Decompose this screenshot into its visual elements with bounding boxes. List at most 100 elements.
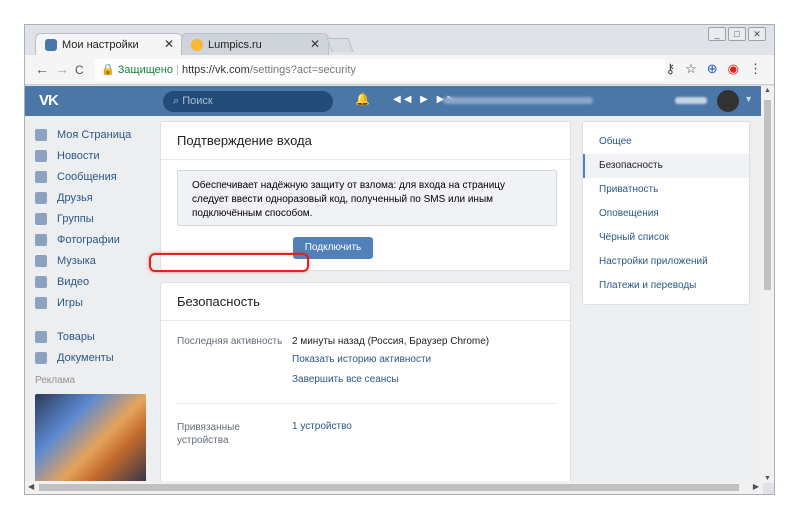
left-sidebar: Моя Страница Новости Сообщения Друзья Гр… <box>35 124 150 483</box>
tab-lumpics[interactable]: Lumpics.ru ✕ <box>181 33 329 55</box>
now-playing-text[interactable] <box>443 97 593 104</box>
scroll-thumb[interactable] <box>764 100 771 290</box>
end-sessions-link[interactable]: Завершить все сеансы <box>292 374 398 385</box>
chevron-down-icon[interactable]: ▼ <box>744 94 753 104</box>
vk-icon <box>45 39 57 51</box>
web-page: VK ⌕ Поиск 🔔 ◀◀ ▶ ▶▶ ▼ Моя Страница Ново… <box>25 86 763 483</box>
url-path: /settings?act=security <box>249 64 356 76</box>
scroll-thumb[interactable] <box>39 484 739 491</box>
divider <box>161 320 570 321</box>
sidebar-item-groups[interactable]: Группы <box>35 208 150 229</box>
groups-icon <box>35 212 47 225</box>
sidebar-item-messages[interactable]: Сообщения <box>35 166 150 187</box>
menu-item-payments[interactable]: Платежи и переводы <box>583 274 749 298</box>
sidebar-item-games[interactable]: Игры <box>35 292 150 313</box>
show-history-link[interactable]: Показать историю активности <box>292 354 431 365</box>
security-card: Безопасность Последняя активность 2 мину… <box>160 282 571 483</box>
close-window-button[interactable]: ✕ <box>748 27 766 41</box>
url-input[interactable]: 🔒 Защищено | https://vk.com/settings?act… <box>95 59 665 81</box>
vpn-icon[interactable]: ⊕ <box>707 61 718 77</box>
home-icon <box>35 128 47 141</box>
close-tab-icon[interactable]: ✕ <box>310 37 320 51</box>
sidebar-item-goods[interactable]: Товары <box>35 326 150 347</box>
friends-icon <box>35 191 47 204</box>
documents-icon <box>35 351 47 364</box>
lock-icon: 🔒 <box>101 64 115 76</box>
sidebar-item-my-page[interactable]: Моя Страница <box>35 124 150 145</box>
key-icon[interactable]: ⚷ <box>666 61 676 77</box>
last-activity-label: Последняя активность <box>177 336 283 347</box>
tab-settings[interactable]: Мои настройки ✕ <box>35 33 183 55</box>
bell-icon[interactable]: 🔔 <box>355 92 370 106</box>
menu-item-notifications[interactable]: Оповещения <box>583 202 749 226</box>
messages-icon <box>35 170 47 183</box>
games-icon <box>35 296 47 309</box>
window-controls: _ □ ✕ <box>708 27 766 41</box>
menu-item-general[interactable]: Общее <box>583 130 749 154</box>
search-input[interactable]: ⌕ Поиск <box>163 91 333 112</box>
scroll-down-icon[interactable]: ▼ <box>764 475 771 482</box>
search-icon: ⌕ <box>173 95 183 107</box>
info-box: Обеспечивает надёжную защиту от взлома: … <box>177 170 557 226</box>
last-activity-value: 2 минуты назад (Россия, Браузер Chrome) <box>292 336 490 347</box>
sidebar-item-documents[interactable]: Документы <box>35 347 150 368</box>
star-icon[interactable]: ☆ <box>685 61 697 77</box>
devices-link[interactable]: 1 устройство <box>292 421 352 432</box>
maximize-button[interactable]: □ <box>728 27 746 41</box>
menu-item-app-settings[interactable]: Настройки приложений <box>583 250 749 274</box>
back-button[interactable]: ← <box>35 61 49 77</box>
login-confirm-card: Подтверждение входа Обеспечивает надёжну… <box>160 121 571 271</box>
sidebar-item-label: Друзья <box>57 191 93 204</box>
menu-item-privacy[interactable]: Приватность <box>583 178 749 202</box>
sidebar-item-label: Документы <box>57 351 114 364</box>
vertical-scrollbar[interactable]: ▲ ▼ <box>761 86 774 483</box>
scroll-right-icon[interactable]: ▶ <box>753 482 759 491</box>
tab-title: Мои настройки <box>62 39 139 51</box>
new-tab-button[interactable] <box>326 38 354 52</box>
sidebar-item-news[interactable]: Новости <box>35 145 150 166</box>
card-title: Подтверждение входа <box>177 133 312 148</box>
sidebar-item-label: Музыка <box>57 254 96 267</box>
sidebar-item-video[interactable]: Видео <box>35 271 150 292</box>
sidebar-separator <box>35 313 150 326</box>
sidebar-item-label: Новости <box>57 149 100 162</box>
extension-icon[interactable]: ◉ <box>728 61 739 77</box>
music-icon <box>35 254 47 267</box>
vk-header: VK ⌕ Поиск 🔔 ◀◀ ▶ ▶▶ ▼ <box>25 86 763 116</box>
scroll-up-icon[interactable]: ▲ <box>764 87 771 94</box>
goods-icon <box>35 330 47 343</box>
sidebar-item-music[interactable]: Музыка <box>35 250 150 271</box>
url-host: https://vk.com <box>181 64 250 76</box>
title-bar: Мои настройки ✕ Lumpics.ru ✕ _ □ ✕ <box>25 25 774 55</box>
sidebar-item-label: Моя Страница <box>57 128 132 141</box>
avatar[interactable] <box>717 90 739 112</box>
horizontal-scrollbar[interactable]: ◀ ▶ <box>25 481 763 494</box>
settings-menu: Общее Безопасность Приватность Оповещени… <box>582 121 750 305</box>
vk-logo[interactable]: VK <box>39 92 59 109</box>
reload-button[interactable]: C <box>75 63 84 77</box>
sidebar-item-label: Игры <box>57 296 83 309</box>
close-tab-icon[interactable]: ✕ <box>164 37 174 51</box>
news-icon <box>35 149 47 162</box>
divider <box>161 159 570 160</box>
ads-label: Реклама <box>35 375 76 386</box>
sidebar-item-label: Фотографии <box>57 233 120 246</box>
menu-item-blacklist[interactable]: Чёрный список <box>583 226 749 250</box>
minimize-button[interactable]: _ <box>708 27 726 41</box>
user-name[interactable] <box>675 97 707 104</box>
sidebar-item-friends[interactable]: Друзья <box>35 187 150 208</box>
address-bar-row: ← → C 🔒 Защищено | https://vk.com/settin… <box>25 55 774 85</box>
forward-button[interactable]: → <box>55 61 69 77</box>
video-icon <box>35 275 47 288</box>
devices-label: Привязанные устройства <box>177 422 240 446</box>
sidebar-item-photos[interactable]: Фотографии <box>35 229 150 250</box>
scroll-left-icon[interactable]: ◀ <box>28 482 34 491</box>
menu-icon[interactable]: ⋮ <box>749 61 762 77</box>
divider <box>177 403 557 404</box>
sidebar-item-label: Видео <box>57 275 90 288</box>
menu-item-security[interactable]: Безопасность <box>583 154 749 178</box>
highlight-annotation <box>149 253 309 272</box>
sidebar-item-label: Товары <box>57 330 95 343</box>
browser-toolbar: ⚷ ☆ ⊕ ◉ ⋮ <box>666 61 762 77</box>
ad-image[interactable] <box>35 394 146 483</box>
